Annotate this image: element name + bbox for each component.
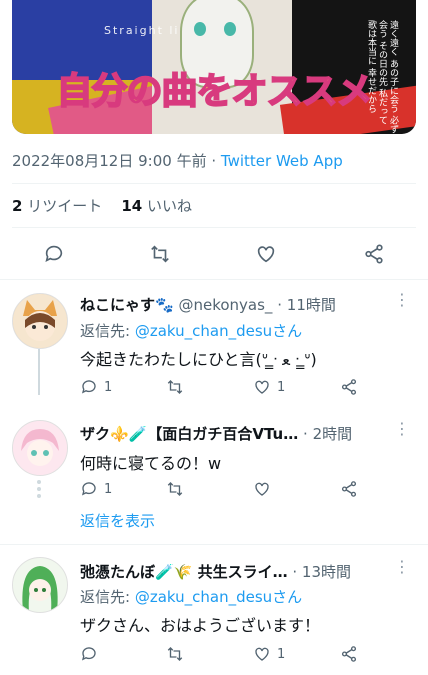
meta-separator: · — [211, 152, 217, 170]
replying-to-handle[interactable]: @zaku_chan_desuさん — [135, 588, 302, 606]
reply-count: 1 — [104, 379, 113, 395]
divider — [12, 183, 416, 184]
banner-left-title: Straight li — [104, 24, 180, 37]
divider — [0, 279, 428, 280]
retweets-stat[interactable]: 2 リツイート — [12, 197, 102, 215]
reply-header: ザク⚜️🧪【面白ガチ百合VTu… · 2時間 — [80, 423, 352, 444]
reply-icon — [81, 647, 96, 661]
reply-button[interactable]: 1 — [80, 480, 112, 498]
reply-button[interactable] — [80, 645, 104, 663]
retweet-label: リツイート — [27, 197, 103, 215]
reply-action-bar: 1 — [80, 480, 416, 502]
avatar[interactable] — [12, 557, 68, 613]
share-button[interactable] — [340, 645, 358, 663]
retweet-icon — [167, 482, 183, 496]
reply-time[interactable]: 13時間 — [302, 563, 351, 581]
display-name[interactable]: ねこにゃす🐾 — [80, 296, 174, 314]
replying-to: 返信先: @zaku_chan_desuさん — [80, 320, 302, 341]
tweet-meta: 2022年08月12日 9:00 午前 · Twitter Web App — [12, 150, 343, 171]
retweet-icon[interactable] — [146, 240, 174, 268]
likes-stat[interactable]: 14 いいね — [121, 197, 192, 215]
divider — [0, 544, 428, 545]
like-label: いいね — [146, 197, 192, 215]
replying-to: 返信先: @zaku_chan_desuさん — [80, 586, 302, 607]
more-options-icon[interactable]: ⋮ — [394, 419, 410, 438]
retweet-button[interactable] — [166, 378, 190, 396]
separator: · — [277, 296, 282, 314]
thread-dots — [37, 480, 41, 501]
like-count: 1 — [277, 646, 286, 662]
like-button[interactable]: 1 — [253, 378, 285, 396]
reply-icon — [81, 482, 96, 496]
display-name[interactable]: ザク⚜️🧪【面白ガチ百合VTu… — [80, 425, 298, 443]
share-icon — [341, 481, 357, 497]
banner-headline: 自分の曲をオススメ — [55, 70, 373, 113]
reply-button[interactable]: 1 — [80, 378, 112, 396]
tweet-source-link[interactable]: Twitter Web App — [221, 152, 343, 170]
reply-header: 弛憑たんぼ🧪🌾 共生スライ… · 13時間 — [80, 561, 351, 582]
share-button[interactable] — [340, 378, 358, 396]
reply-icon[interactable] — [40, 240, 68, 268]
like-icon[interactable] — [252, 240, 280, 268]
reply-time[interactable]: 11時間 — [287, 296, 336, 314]
tweet-action-bar — [0, 238, 428, 270]
share-button[interactable] — [340, 480, 358, 498]
reply-action-bar: 1 — [80, 645, 416, 667]
retweet-count: 2 — [12, 197, 23, 215]
retweet-icon — [167, 380, 183, 394]
like-icon — [255, 482, 269, 496]
retweet-button[interactable] — [166, 480, 190, 498]
avatar[interactable] — [12, 420, 68, 476]
display-name[interactable]: 弛憑たんぼ🧪🌾 共生スライ… — [80, 563, 288, 581]
avatar[interactable] — [12, 293, 68, 349]
divider — [12, 227, 416, 228]
reply-action-bar: 1 1 — [80, 378, 416, 400]
reply-icon — [81, 380, 96, 394]
retweet-button[interactable] — [166, 645, 190, 663]
tweet-timestamp[interactable]: 2022年08月12日 9:00 午前 — [12, 152, 207, 170]
retweet-icon — [167, 647, 183, 661]
reply-text: ザクさん、おはようございます！ — [80, 616, 321, 635]
replying-to-handle[interactable]: @zaku_chan_desuさん — [135, 322, 302, 340]
reply-text: 今起きたわたしにひと言(ᐡ ̳ᐧ ﻌ ᐧ ̳ᐡ) — [80, 350, 317, 369]
thread-line — [38, 349, 40, 395]
reply-header: ねこにゃす🐾 @nekonyas_ · 11時間 — [80, 294, 336, 315]
reply-time[interactable]: 2時間 — [313, 425, 353, 443]
like-count: 14 — [121, 197, 143, 215]
like-button[interactable]: 1 — [253, 645, 285, 663]
tweet-stats: 2 リツイート 14 いいね — [12, 195, 192, 216]
separator: · — [303, 425, 308, 443]
like-button[interactable] — [253, 480, 277, 498]
tweet-media-image[interactable]: Straight li 遠く遠く あの子に会う 必ず会う その日の先 私だって … — [12, 0, 416, 134]
replying-to-prefix: 返信先: — [80, 588, 135, 606]
more-options-icon[interactable]: ⋮ — [394, 557, 410, 576]
like-count: 1 — [277, 379, 286, 395]
reply-count: 1 — [104, 481, 113, 497]
handle[interactable]: @nekonyas_ — [178, 296, 272, 314]
share-icon[interactable] — [360, 240, 388, 268]
reply-text: 何時に寝てるの！w — [80, 454, 222, 473]
more-options-icon[interactable]: ⋮ — [394, 290, 410, 309]
share-icon — [341, 379, 357, 395]
replying-to-prefix: 返信先: — [80, 322, 135, 340]
show-replies-link[interactable]: 返信を表示 — [80, 510, 155, 531]
like-icon — [255, 647, 269, 661]
separator: · — [292, 563, 298, 581]
like-icon — [255, 380, 269, 394]
share-icon — [341, 646, 357, 662]
